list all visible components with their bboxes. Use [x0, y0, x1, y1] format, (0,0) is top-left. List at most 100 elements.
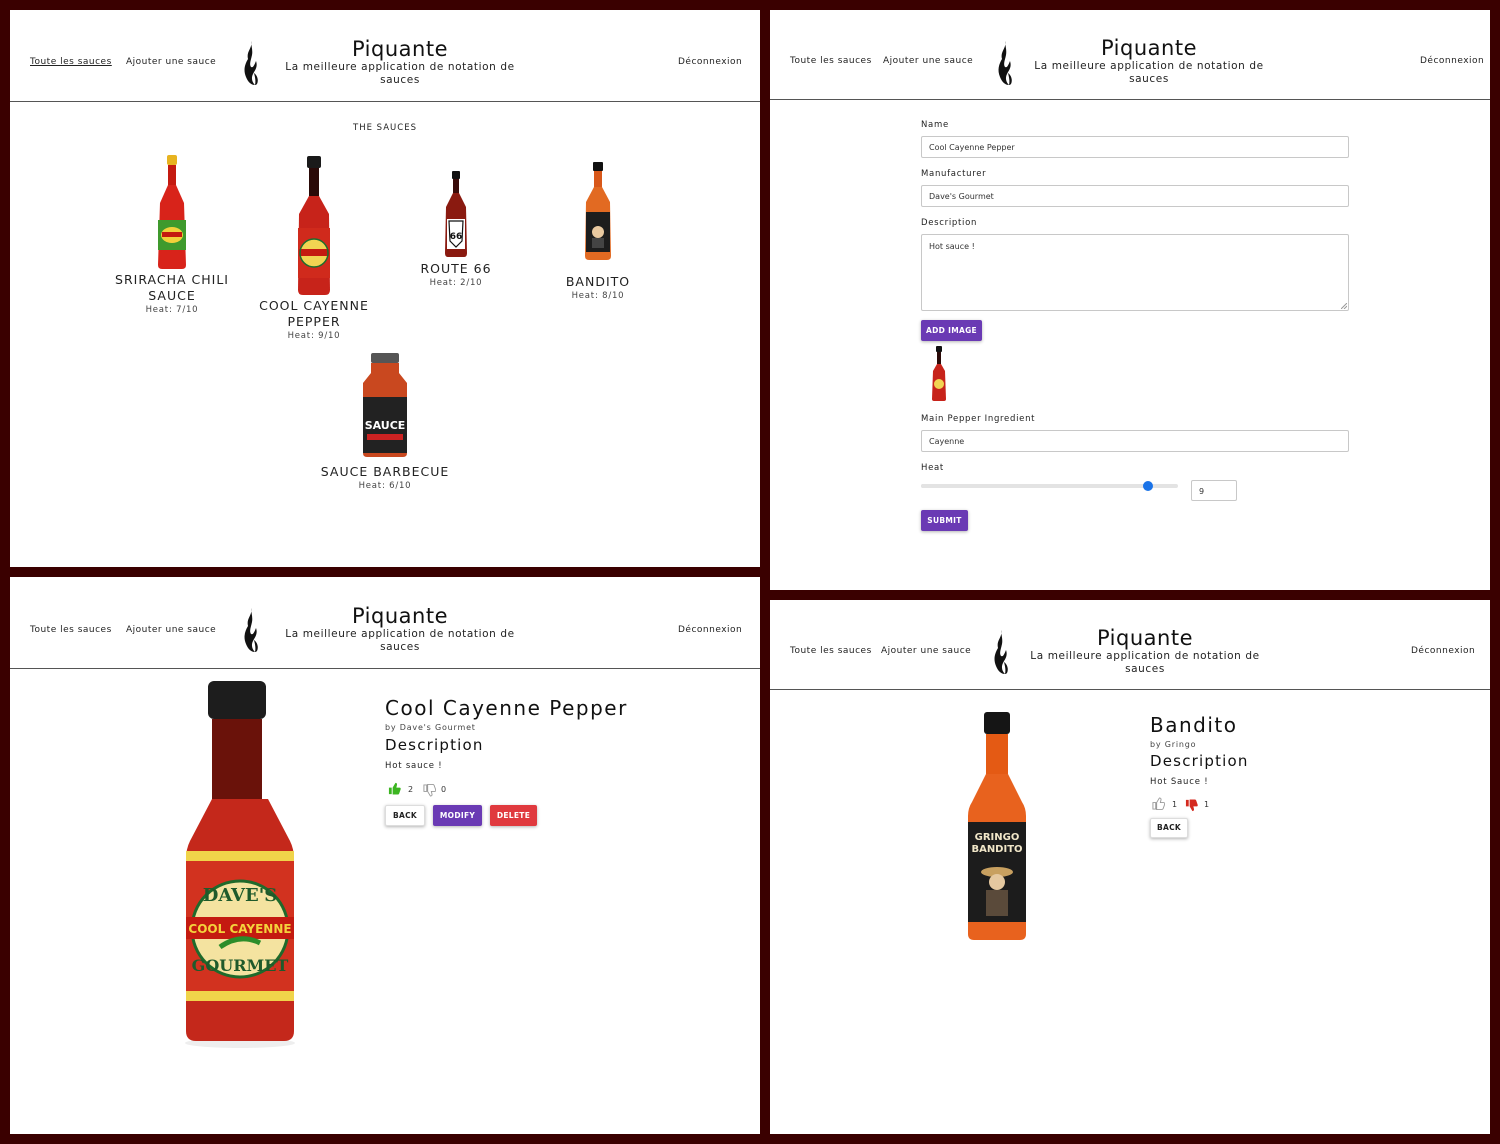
thumbs-down-icon[interactable] [423, 784, 436, 797]
sauce-image: COOL CAYENNE DAVE'S GOURMET [185, 681, 295, 1048]
description-label: Description [921, 218, 978, 228]
app-subtitle: La meilleure application de notation de … [285, 61, 515, 86]
thumbs-up-icon[interactable] [1152, 797, 1165, 810]
flame-icon [242, 40, 260, 86]
sauce-name: ROUTE 66 [420, 261, 492, 276]
flame-icon [242, 607, 260, 653]
sauce-heat: Heat: 7/10 [145, 305, 199, 315]
svg-text:BANDITO: BANDITO [971, 844, 1022, 855]
heat-slider[interactable] [921, 480, 1178, 492]
sauce-heat: Heat: 2/10 [429, 278, 483, 288]
sauce-description: Hot sauce ! [385, 761, 443, 771]
sauce-detail-panel: Toute les sauces Ajouter une sauce Piqua… [10, 577, 760, 1134]
app-subtitle: La meilleure application de notation de … [285, 628, 515, 653]
sauce-card[interactable]: COOL CAYENNE PEPPER Heat: 9/10 [244, 156, 384, 341]
description-textarea[interactable]: Hot sauce ! [921, 234, 1349, 311]
pepper-input[interactable]: Cayenne [921, 430, 1349, 452]
app-title: Piquante [1096, 626, 1193, 650]
name-label: Name [921, 120, 949, 130]
app-subtitle: La meilleure application de notation de … [1034, 60, 1264, 85]
app-subtitle: La meilleure application de notation de … [1030, 650, 1260, 675]
heat-number-input[interactable]: 9 [1191, 480, 1237, 501]
likes-count: 2 [408, 785, 414, 794]
description-heading: Description [385, 736, 484, 754]
header: Toute les sauces Ajouter une sauce Piqua… [770, 600, 1490, 690]
thumbs-up-icon[interactable] [388, 782, 401, 795]
nav-all-sauces[interactable]: Toute les sauces [790, 56, 872, 66]
nav-add-sauce[interactable]: Ajouter une sauce [126, 57, 216, 67]
svg-text:SAUCE: SAUCE [365, 419, 406, 432]
section-title: THE SAUCES [353, 123, 417, 133]
sauce-image: GRINGO BANDITO [968, 712, 1026, 940]
sauce-heat: Heat: 9/10 [287, 331, 341, 341]
modify-button[interactable]: MODIFY [433, 805, 482, 826]
pepper-label: Main Pepper Ingredient [921, 414, 1036, 424]
sauce-manufacturer: by Dave's Gourmet [385, 723, 476, 732]
app-title: Piquante [351, 37, 448, 61]
thumbs-down-icon[interactable] [1185, 799, 1198, 812]
sauce-title: Cool Cayenne Pepper [385, 696, 628, 720]
slider-thumb[interactable] [1143, 481, 1154, 491]
flame-icon [996, 40, 1014, 86]
sauce-image [298, 156, 330, 295]
svg-text:DAVE'S: DAVE'S [203, 885, 277, 906]
sauce-heat: Heat: 6/10 [358, 481, 412, 491]
sauce-image: 66 [445, 171, 467, 257]
sauce-card[interactable]: 66 ROUTE 66 Heat: 2/10 [386, 167, 526, 288]
sauce-list-panel: Toute les sauces Ajouter une sauce Piqua… [10, 10, 760, 567]
back-button[interactable]: BACK [1150, 818, 1188, 838]
app-title: Piquante [1100, 36, 1197, 60]
sauce-heat: Heat: 8/10 [571, 291, 625, 301]
delete-button[interactable]: DELETE [490, 805, 537, 826]
preview-image [932, 346, 946, 401]
sauce-image [158, 155, 186, 269]
resize-handle-icon[interactable] [1341, 303, 1347, 309]
nav-all-sauces[interactable]: Toute les sauces [30, 57, 112, 67]
sauce-image [585, 162, 611, 260]
brand: Piquante La meilleure application de not… [285, 604, 515, 654]
nav-add-sauce[interactable]: Ajouter une sauce [126, 625, 216, 635]
sauce-card[interactable]: SAUCE SAUCE BARBECUE Heat: 6/10 [315, 353, 455, 491]
header: Toute les sauces Ajouter une sauce Piqua… [10, 10, 760, 102]
nav-logout[interactable]: Déconnexion [1420, 56, 1484, 66]
flame-icon [992, 629, 1010, 675]
add-image-button[interactable]: ADD IMAGE [921, 320, 982, 341]
sauce-name: SRIRACHA CHILI SAUCE [115, 272, 229, 303]
nav-add-sauce[interactable]: Ajouter une sauce [883, 56, 973, 66]
sauce-manufacturer: by Gringo [1150, 740, 1197, 749]
sauce-title: Bandito [1150, 713, 1238, 737]
add-sauce-panel: Toute les sauces Ajouter une sauce Piqua… [770, 10, 1490, 590]
sauce-name: BANDITO [565, 274, 631, 289]
brand: Piquante La meilleure application de not… [285, 37, 515, 87]
svg-text:GRINGO: GRINGO [975, 832, 1020, 843]
nav-logout[interactable]: Déconnexion [1411, 646, 1475, 656]
likes-count: 1 [1172, 800, 1178, 809]
sauce-image: SAUCE [363, 353, 407, 457]
nav-all-sauces[interactable]: Toute les sauces [30, 625, 112, 635]
header: Toute les sauces Ajouter une sauce Piqua… [770, 10, 1490, 100]
nav-logout[interactable]: Déconnexion [678, 625, 742, 635]
name-input[interactable]: Cool Cayenne Pepper [921, 136, 1349, 158]
nav-add-sauce[interactable]: Ajouter une sauce [881, 646, 971, 656]
brand: Piquante La meilleure application de not… [1034, 36, 1264, 86]
svg-text:COOL CAYENNE: COOL CAYENNE [188, 922, 291, 936]
description-heading: Description [1150, 752, 1249, 770]
slider-fill [921, 484, 1149, 488]
sauce-card[interactable]: SRIRACHA CHILI SAUCE Heat: 7/10 [102, 155, 242, 315]
manufacturer-label: Manufacturer [921, 169, 987, 179]
heat-label: Heat [921, 463, 944, 473]
sauce-name: COOL CAYENNE PEPPER [259, 298, 369, 329]
nav-logout[interactable]: Déconnexion [678, 57, 742, 67]
manufacturer-input[interactable]: Dave's Gourmet [921, 185, 1349, 207]
svg-text:GOURMET: GOURMET [192, 956, 289, 975]
header: Toute les sauces Ajouter une sauce Piqua… [10, 577, 760, 669]
sauce-detail-panel: Toute les sauces Ajouter une sauce Piqua… [770, 600, 1490, 1134]
sauce-description: Hot Sauce ! [1150, 777, 1209, 787]
back-button[interactable]: BACK [385, 805, 425, 826]
submit-button[interactable]: SUBMIT [921, 510, 968, 531]
sauce-card[interactable]: BANDITO Heat: 8/10 [528, 162, 668, 301]
nav-all-sauces[interactable]: Toute les sauces [790, 646, 872, 656]
svg-text:66: 66 [450, 232, 463, 242]
brand: Piquante La meilleure application de not… [1030, 626, 1260, 676]
sauce-name: SAUCE BARBECUE [320, 464, 450, 479]
